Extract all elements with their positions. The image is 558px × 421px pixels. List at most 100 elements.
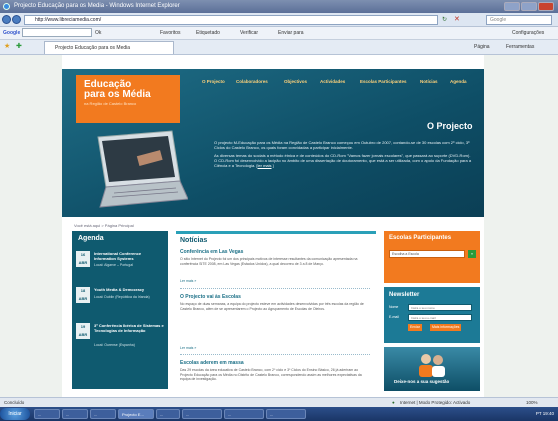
breadcrumb: Você está aqui > Página Principal (74, 223, 134, 228)
newsletter-submit-button[interactable]: Enviar (408, 324, 422, 331)
news-item-title[interactable]: O Projecto vai às Escolas (180, 294, 241, 300)
system-clock: PT 19:40 (535, 411, 554, 416)
newsletter-title: Newsletter (389, 292, 420, 298)
agenda-item[interactable]: 16 ABR International Conference Informat… (76, 251, 164, 277)
news-item-title[interactable]: Escolas aderem em massa (180, 360, 244, 366)
right-column: Escolas Participantes Escolha a Escola »… (384, 231, 480, 391)
minimize-button[interactable] (504, 2, 520, 11)
news-item-body: No espaço de duas semanas, a equipa do p… (180, 302, 364, 311)
laptop-illustration (97, 130, 188, 208)
page-menu[interactable]: Página (474, 40, 490, 54)
taskbar-button[interactable]: ... (90, 409, 116, 419)
agenda-item[interactable]: 19 ABR 3ª Conferência Ibérica de Sistema… (76, 323, 164, 349)
nav-projecto[interactable]: O Projecto (202, 79, 225, 84)
news-title: Notícias (180, 237, 208, 244)
agenda-date: 19 ABR (76, 323, 90, 339)
agenda-item-title[interactable]: International Conference Information Sys… (94, 251, 164, 261)
suggestion-banner[interactable]: Deixe-nos a sua sugestão (384, 347, 480, 391)
suggestion-text: Deixe-nos a sua sugestão (394, 379, 450, 384)
agenda-item[interactable]: 18 ABR Youth Media & Democracy Local: Du… (76, 287, 164, 313)
add-favorite-icon[interactable]: ✚ (16, 40, 22, 54)
taskbar-button[interactable]: ... (224, 409, 264, 419)
taskbar-button[interactable]: ... (34, 409, 60, 419)
back-icon[interactable] (2, 15, 11, 24)
window-titlebar: Projecto Educação para os Media - Window… (0, 0, 558, 13)
zoom-level[interactable]: 100% (526, 398, 538, 407)
nav-agenda[interactable]: Agenda (450, 79, 467, 84)
address-bar: http://www.libreciamedia.com/ ↻ ✕ Google (0, 13, 558, 27)
news-read-more-link[interactable]: Ler mais » (180, 346, 196, 350)
newsletter-info-button[interactable]: Mais informações (430, 324, 462, 331)
start-button[interactable]: Iniciar (0, 408, 30, 420)
news-read-more-link[interactable]: Ler mais » (180, 279, 196, 283)
site-logo[interactable]: Educação para os Média na Região de Cast… (76, 75, 180, 123)
nav-objectivos[interactable]: Objectivos (284, 79, 307, 84)
agenda-date: 16 ABR (76, 251, 90, 267)
newsletter-email-input[interactable]: Insira o seu e-mail (408, 314, 472, 321)
agenda-item-title[interactable]: Youth Media & Democracy (94, 287, 164, 292)
taskbar-button[interactable]: ... (182, 409, 222, 419)
news-panel: Notícias Conferência em Las Vegas O síti… (176, 231, 376, 391)
logo-subtitle: na Região de Castelo Branco (84, 101, 137, 106)
news-item-body: O sítio Internet do Projecto foi um dos … (180, 257, 358, 266)
hero-paragraph-2: As diversas temas do sociais a método ét… (214, 153, 472, 168)
toolbar-favorites[interactable]: Favoritos (160, 27, 181, 39)
hero-read-more-link[interactable]: ler mais (258, 163, 272, 168)
windows-taskbar: Iniciar ... ... ... Projecto E... ... ..… (0, 407, 558, 421)
hero-paragraph-1: O projecto M-Educação para os Média na R… (214, 140, 470, 150)
close-button[interactable] (538, 2, 554, 11)
nav-escolas[interactable]: Escolas Participantes (360, 79, 407, 84)
news-item-title[interactable]: Conferência em Las Vegas (180, 249, 243, 255)
status-bar: Concluído ● Internet | Modo Protegido: A… (0, 397, 558, 407)
hero-banner: Educação para os Média na Região de Cast… (62, 69, 484, 217)
status-text: Concluído (4, 400, 25, 405)
tab-current[interactable]: Projecto Educação para os Media (44, 41, 174, 54)
school-go-button[interactable]: » (468, 250, 476, 258)
refresh-icon[interactable]: ↻ (442, 16, 447, 23)
taskbar-button[interactable]: ... (266, 409, 306, 419)
nav-noticias[interactable]: Notícias (420, 79, 438, 84)
ie-logo-icon (3, 3, 10, 10)
taskbar-button[interactable]: ... (156, 409, 180, 419)
browser-viewport: Educação para os Média na Região de Cast… (0, 55, 558, 397)
tab-bar: ★ ✚ Projecto Educação para os Media Pági… (0, 40, 558, 55)
web-page: Educação para os Média na Região de Cast… (62, 55, 484, 397)
top-navigation: O Projecto Colaboradores Objectivos Acti… (202, 79, 484, 89)
toolbar-bookmarks[interactable]: Etiquetado (196, 27, 220, 39)
schools-panel: Escolas Participantes Escolha a Escola » (384, 231, 480, 283)
school-select[interactable]: Escolha a Escola (389, 250, 465, 258)
stop-icon[interactable]: ✕ (454, 15, 460, 23)
agenda-panel: Agenda 16 ABR International Conference I… (72, 231, 168, 389)
url-input[interactable]: http://www.libreciamedia.com/ (24, 15, 438, 25)
window-title: Projecto Educação para os Media - Window… (14, 3, 180, 9)
newsletter-panel: Newsletter Nome Insira o seu nome E-mail… (384, 287, 480, 343)
favorites-star-icon[interactable]: ★ (4, 40, 10, 54)
maximize-button[interactable] (521, 2, 537, 11)
toolbar-check[interactable]: Verificar (240, 27, 258, 39)
schools-title: Escolas Participantes (389, 235, 452, 241)
news-item-body: Das 29 escolas da área educativa de Cast… (180, 368, 362, 381)
logo-line2: para os Média (84, 89, 151, 100)
agenda-item-location: Local: Algarve – Portugal (94, 263, 133, 267)
news-divider (180, 354, 370, 355)
toolbar-send[interactable]: Enviar para (278, 27, 304, 39)
agenda-title: Agenda (78, 235, 104, 242)
forward-icon[interactable] (12, 15, 21, 24)
google-search-input[interactable] (22, 28, 92, 37)
google-toolbar-label: Google (3, 30, 21, 36)
agenda-item-title[interactable]: 3ª Conferência Ibérica de Sistemas e Tec… (94, 323, 164, 333)
google-go-button[interactable]: Ok (95, 27, 101, 39)
nav-colaboradores[interactable]: Colaboradores (236, 79, 268, 84)
search-input[interactable]: Google (486, 15, 552, 25)
nav-actividades[interactable]: Actividades (320, 79, 345, 84)
toolbar-settings[interactable]: Configurações (512, 27, 544, 39)
people-illustration-icon (419, 354, 445, 377)
security-zone: Internet | Modo Protegido: Activado (400, 400, 471, 405)
taskbar-button-active[interactable]: Projecto E... (118, 409, 154, 419)
taskbar-button[interactable]: ... (62, 409, 88, 419)
newsletter-name-input[interactable]: Insira o seu nome (408, 304, 472, 311)
tools-menu[interactable]: Ferramentas (506, 40, 534, 54)
google-toolbar: Google Ok Favoritos Etiquetado Verificar… (0, 27, 558, 40)
globe-icon: ● (392, 400, 395, 405)
news-divider (180, 288, 370, 289)
